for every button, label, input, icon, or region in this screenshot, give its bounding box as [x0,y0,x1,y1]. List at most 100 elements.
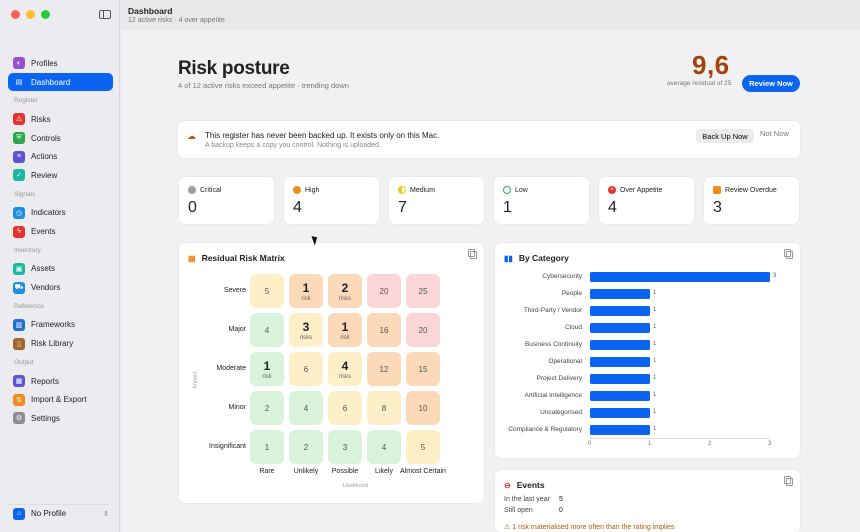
matrix-cell-value: 2 [341,280,349,295]
category-row[interactable]: Uncategorised 1 [495,406,800,423]
matrix-cell[interactable]: 1 [250,430,284,464]
matrix-cell[interactable]: 16 [367,313,401,347]
matrix-cell[interactable]: 1 risk [328,313,362,347]
stat-card-critical[interactable]: Critical 0 [179,177,274,224]
matrix-cell[interactable]: 20 [367,274,401,308]
dashboard-icon: ▤ [13,76,25,89]
category-row[interactable]: Artificial Intelligence 1 [495,389,800,406]
matrix-cell-value: 4 [341,358,349,373]
matrix-cell[interactable]: 5 [250,274,284,308]
sidebar-item-label: Risk Library [31,339,74,349]
category-label: People [561,290,582,297]
window-title: Dashboard [128,6,173,16]
zoom-window-button[interactable] [41,10,50,19]
category-bar [590,289,650,299]
window-subtitle: 12 active risks · 4 over appetite [128,17,225,24]
sidebar-item-frameworks[interactable]: ▥ Frameworks [8,316,113,335]
stat-label-row: High [293,186,319,194]
matrix-cell-value: 6 [342,403,348,413]
sidebar-nav: ◐ Profiles ▤ Dashboard Register ⚠ Risks ⛨ Contro… [8,54,113,428]
sidebar-item-assets[interactable]: ▣ Assets [8,260,113,279]
matrix-cell[interactable]: 3 [328,430,362,464]
stat-value: 0 [188,199,197,216]
close-window-button[interactable] [11,10,20,19]
stat-label: Review Overdue [725,186,777,194]
category-row[interactable]: Business Continuity 1 [495,338,800,355]
sidebar-item-reports[interactable]: ▦ Reports [8,372,113,391]
stat-card-low[interactable]: Low 1 [494,177,589,224]
matrix-cell[interactable]: 1 risk [289,274,323,308]
category-row[interactable]: Third-Party / Vendor 1 [495,304,800,321]
minimize-window-button[interactable] [26,10,35,19]
matrix-cell[interactable]: 4 [367,430,401,464]
sidebar-item-review[interactable]: ✓ Review [8,166,113,185]
matrix-cell-value: 25 [418,286,428,296]
category-row[interactable]: Compliance & Regulatory 1 [495,423,800,440]
category-row[interactable]: Cybersecurity 3 [495,270,800,287]
matrix-cell-value: 8 [381,403,387,413]
sidebar-item-label: Vendors [31,283,61,293]
matrix-cell[interactable]: 12 [367,352,401,386]
matrix-cell[interactable]: 15 [406,352,440,386]
stat-card-review-overdue[interactable]: Review Overdue 3 [704,177,799,224]
sidebar-item-indicators[interactable]: ◷ Indicators [8,204,113,223]
matrix-cell[interactable]: 2 risks [328,274,362,308]
x-tick-label: 2 [708,441,712,447]
stat-value: 7 [398,199,407,216]
matrix-cell-count-label: risks [338,373,352,380]
matrix-cell[interactable]: 2 [289,430,323,464]
matrix-cell[interactable]: 4 risks [328,352,362,386]
matrix-cell-value: 10 [418,403,428,413]
stat-label: Over Appetite [620,186,663,194]
category-bar [590,425,650,435]
category-row[interactable]: People 1 [495,287,800,304]
sidebar-item-risk-library[interactable]: ▯ Risk Library [8,334,113,353]
sidebar-item-vendors[interactable]: ⛟ Vendors [8,278,113,297]
matrix-cell[interactable]: 5 [406,430,440,464]
matrix-cell[interactable]: 4 [250,313,284,347]
matrix-cell[interactable]: 6 [289,352,323,386]
category-row[interactable]: Project Delivery 1 [495,372,800,389]
copy-icon[interactable] [468,249,477,259]
matrix-cell-count-label: risk [340,334,350,341]
back-up-now-button[interactable]: Back Up Now [696,129,754,143]
category-row[interactable]: Cloud 1 [495,321,800,338]
stat-card-medium[interactable]: Medium 7 [389,177,484,224]
not-now-button[interactable]: Not Now [760,129,789,138]
matrix-cell[interactable]: 2 [250,391,284,425]
matrix-cell[interactable]: 25 [406,274,440,308]
sidebar-item-controls[interactable]: ⛨ Controls [8,129,113,148]
bar-chart-icon: ▮▮ [504,253,513,263]
matrix-cell-value: 2 [264,403,270,413]
sidebar-item-actions[interactable]: ≡ Actions [8,147,113,166]
sidebar-item-import-export[interactable]: ⇅ Import & Export [8,390,113,409]
matrix-cell[interactable]: 1 risk [250,352,284,386]
category-label: Compliance & Regulatory [508,426,582,433]
matrix-cell[interactable]: 3 risks [289,313,323,347]
stat-card-high[interactable]: High 4 [284,177,379,224]
category-value: 1 [653,426,657,432]
toolbar: Dashboard 12 active risks · 4 over appet… [128,6,225,24]
review-now-button[interactable]: Review Now [742,75,800,92]
profile-selector[interactable]: ⌂ No Profile ⇕ [8,504,109,522]
matrix-cell[interactable]: 8 [367,391,401,425]
sidebar-item-dashboard[interactable]: ▤ Dashboard [8,72,113,92]
sidebar-item-label: Review [31,170,58,180]
sidebar-item-profiles[interactable]: ◐ Profiles [8,54,113,73]
stat-card-over-appetite[interactable]: × Over Appetite 4 [599,177,694,224]
matrix-cell[interactable]: 6 [328,391,362,425]
matrix-cell-value: 1 [263,358,271,373]
sidebar-item-risks[interactable]: ⚠ Risks [8,110,113,129]
sidebar-item-label: Reports [31,376,60,386]
matrix-cell[interactable]: 20 [406,313,440,347]
matrix-cell[interactable]: 4 [289,391,323,425]
category-row[interactable]: Operational 1 [495,355,800,372]
matrix-cell-value: 12 [379,364,389,374]
sidebar-toggle-icon[interactable] [99,10,111,19]
sidebar-item-label: Events [31,227,56,237]
matrix-cell[interactable]: 10 [406,391,440,425]
sidebar-item-events[interactable]: ϟ Events [8,222,113,241]
copy-icon[interactable] [784,249,793,259]
sidebar-item-settings[interactable]: ⚙ Settings [8,409,113,428]
copy-icon[interactable] [784,476,793,486]
